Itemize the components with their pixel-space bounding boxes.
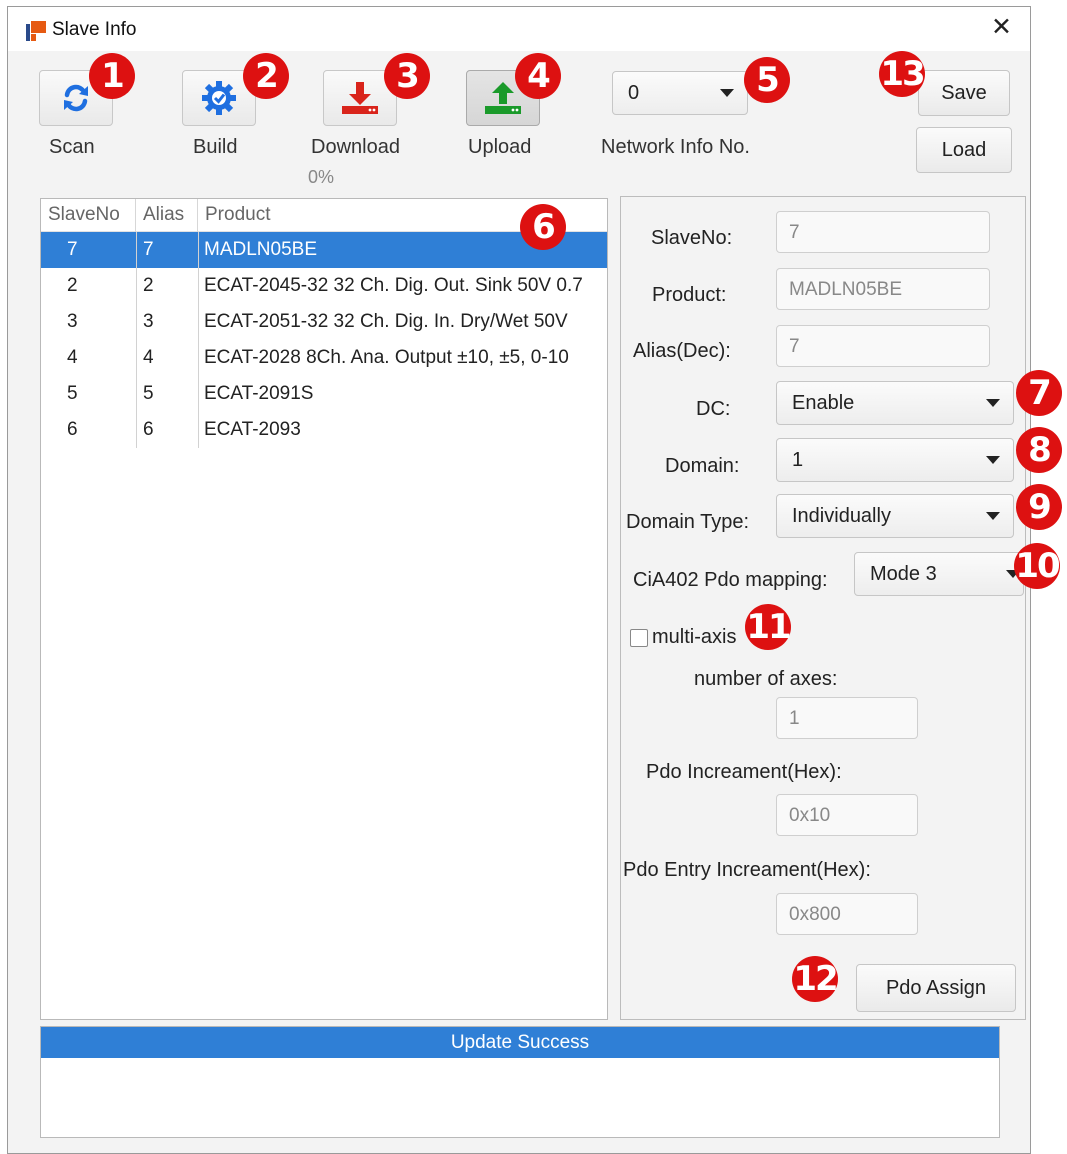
alias-cell: 7: [143, 239, 154, 260]
cia402-select[interactable]: Mode 3: [854, 552, 1024, 596]
annotation-badge-2: 2: [243, 53, 289, 99]
annotation-badge-4: 4: [515, 53, 561, 99]
slave-no-cell: 7: [67, 239, 78, 260]
download-progress: 0%: [308, 167, 335, 187]
slave-no-cell: 5: [67, 383, 78, 404]
build-label: Build: [193, 136, 238, 158]
table-row[interactable]: 2 2 ECAT-2045-32 32 Ch. Dig. Out. Sink 5…: [41, 268, 607, 304]
alias-cell: 4: [143, 347, 154, 368]
download-icon: [342, 82, 378, 114]
column-divider: [136, 232, 137, 448]
table-row[interactable]: 4 4 ECAT-2028 8Ch. Ana. Output ±10, ±5, …: [41, 340, 607, 376]
product-cell: ECAT-2093: [204, 419, 301, 440]
window-title: Slave Info: [52, 19, 137, 40]
refresh-icon: [64, 84, 88, 112]
column-header-slaveno[interactable]: SlaveNo: [41, 199, 136, 232]
load-button[interactable]: Load: [916, 127, 1012, 173]
network-info-value: 0: [628, 81, 640, 104]
slave-list: SlaveNo Alias Product 7 7 MADLN05BE 2 2 …: [40, 198, 608, 1020]
domain-type-value: Individually: [792, 504, 891, 527]
column-divider: [198, 232, 199, 448]
annotation-badge-1: 1: [89, 53, 135, 99]
product-cell: ECAT-2051-32 32 Ch. Dig. In. Dry/Wet 50V: [204, 311, 568, 332]
product-cell: MADLN05BE: [204, 239, 317, 260]
network-info-label: Network Info No.: [601, 136, 750, 158]
cia402-label: CiA402 Pdo mapping:: [633, 569, 828, 591]
slave-no-cell: 2: [67, 275, 78, 296]
multi-axis-checkbox[interactable]: [630, 629, 648, 647]
title-bar: Slave Info ✕: [8, 7, 1030, 51]
table-row[interactable]: 5 5 ECAT-2091S: [41, 376, 607, 412]
save-button[interactable]: Save: [918, 70, 1010, 116]
pdo-increment-label: Pdo Increament(Hex):: [646, 761, 842, 783]
slave-no-field[interactable]: 7: [776, 211, 990, 253]
dc-value: Enable: [792, 391, 855, 414]
chevron-down-icon: [986, 399, 1000, 407]
alias-cell: 5: [143, 383, 154, 404]
chevron-down-icon: [986, 512, 1000, 520]
slave-no-cell: 4: [67, 347, 78, 368]
upload-label: Upload: [468, 136, 532, 158]
annotation-badge-10: 10: [1014, 543, 1061, 589]
chevron-down-icon: [986, 456, 1000, 464]
pdo-increment-field[interactable]: 0x10: [776, 794, 918, 836]
domain-label: Domain:: [665, 455, 740, 477]
cia402-value: Mode 3: [870, 562, 937, 585]
app-icon: [26, 21, 46, 41]
domain-type-select[interactable]: Individually: [776, 494, 1014, 538]
column-header-alias[interactable]: Alias: [136, 199, 198, 232]
scan-label: Scan: [49, 136, 95, 158]
product-cell: ECAT-2045-32 32 Ch. Dig. Out. Sink 50V 0…: [204, 275, 583, 296]
product-cell: ECAT-2091S: [204, 383, 314, 404]
annotation-badge-11: 11: [745, 604, 792, 650]
annotation-badge-5: 5: [744, 57, 790, 103]
num-axes-label: number of axes:: [694, 668, 838, 690]
download-label: Download: [311, 136, 400, 158]
alias-cell: 2: [143, 275, 154, 296]
gear-icon: [202, 81, 236, 115]
annotation-badge-13: 13: [879, 51, 926, 97]
dc-label: DC:: [696, 398, 731, 420]
domain-select[interactable]: 1: [776, 438, 1014, 482]
dc-select[interactable]: Enable: [776, 381, 1014, 425]
annotation-badge-7: 7: [1016, 370, 1062, 416]
annotation-badge-8: 8: [1016, 427, 1062, 473]
network-info-select[interactable]: 0: [612, 71, 748, 115]
annotation-badge-9: 9: [1016, 484, 1062, 530]
product-field[interactable]: MADLN05BE: [776, 268, 990, 310]
pdo-entry-increment-label: Pdo Entry Increament(Hex):: [623, 859, 871, 881]
slave-details-panel: SlaveNo: 7 Product: MADLN05BE Alias(Dec)…: [620, 196, 1026, 1020]
product-cell: ECAT-2028 8Ch. Ana. Output ±10, ±5, 0-10: [204, 347, 569, 368]
table-row[interactable]: 6 6 ECAT-2093: [41, 412, 607, 448]
alias-label: Alias(Dec):: [633, 340, 731, 362]
status-log: Update Success: [40, 1026, 1000, 1138]
status-message: Update Success: [41, 1027, 999, 1058]
num-axes-field[interactable]: 1: [776, 697, 918, 739]
pdo-assign-button[interactable]: Pdo Assign: [856, 964, 1016, 1012]
slave-no-cell: 3: [67, 311, 78, 332]
product-label: Product:: [652, 284, 727, 306]
slave-no-cell: 6: [67, 419, 78, 440]
alias-cell: 6: [143, 419, 154, 440]
slave-no-label: SlaveNo:: [651, 227, 733, 249]
multi-axis-label: multi-axis: [652, 626, 737, 648]
annotation-badge-12: 12: [792, 956, 839, 1002]
annotation-badge-6: 6: [520, 204, 566, 250]
slave-info-window: Slave Info ✕ Scan Build Download 0% Uplo…: [7, 6, 1062, 1154]
table-row[interactable]: 3 3 ECAT-2051-32 32 Ch. Dig. In. Dry/Wet…: [41, 304, 607, 340]
pdo-entry-increment-field[interactable]: 0x800: [776, 893, 918, 935]
close-icon[interactable]: ✕: [991, 15, 1012, 40]
domain-type-label: Domain Type:: [626, 511, 750, 533]
annotation-badge-3: 3: [384, 53, 430, 99]
domain-value: 1: [792, 448, 804, 471]
chevron-down-icon: [720, 89, 734, 97]
alias-field[interactable]: 7: [776, 325, 990, 367]
alias-cell: 3: [143, 311, 154, 332]
